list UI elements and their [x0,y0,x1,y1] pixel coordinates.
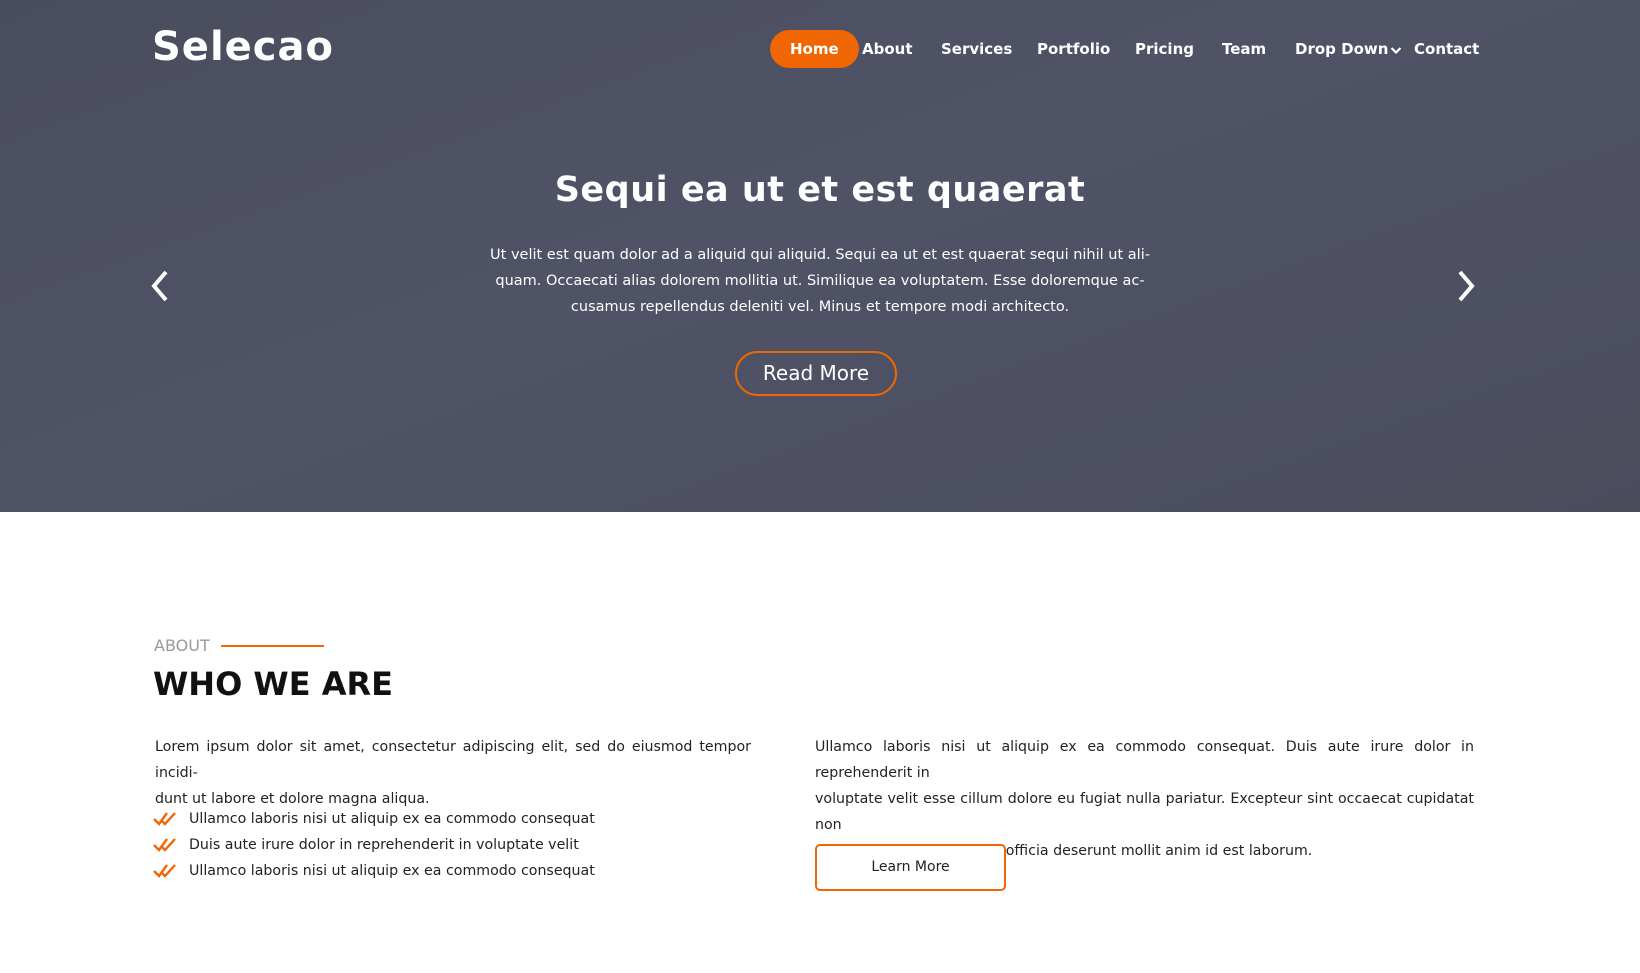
chevron-down-icon [1390,31,1402,69]
chevron-right-icon [1458,270,1475,302]
nav-item-about[interactable]: About [862,30,913,68]
feature-checklist: Ullamco laboris nisi ut aliquip ex ea co… [153,806,595,884]
body-line: Ullamco laboris nisi ut aliquip ex ea co… [815,739,1474,781]
lead-line: Lorem ipsum dolor sit amet, consectetur … [155,739,751,781]
nav-item-services[interactable]: Services [941,30,1012,68]
hero-text-line: Ut velit est quam dolor ad a aliquid qui… [490,247,1150,263]
list-item-text: Duis aute irure dolor in reprehenderit i… [189,837,579,853]
nav-item-home[interactable]: Home [770,30,859,68]
section-title: WHO WE ARE [153,665,393,703]
nav-item-contact[interactable]: Contact [1414,30,1479,68]
double-check-icon [153,864,176,878]
hero-text-line: quam. Occaecati alias dolorem mollitia u… [495,273,1145,289]
carousel-prev-button[interactable] [146,266,176,306]
list-item: Ullamco laboris nisi ut aliquip ex ea co… [153,858,595,884]
hero-description: Ut velit est quam dolor ad a aliquid qui… [490,242,1150,320]
nav-item-dropdown[interactable]: Drop Down [1295,30,1402,68]
nav-item-team[interactable]: Team [1222,30,1266,68]
list-item-text: Ullamco laboris nisi ut aliquip ex ea co… [189,863,595,879]
read-more-button[interactable]: Read More [735,351,897,396]
hero-section: Selecao Home About Services Portfolio Pr… [0,0,1640,512]
body-line: voluptate velit esse cillum dolore eu fu… [815,791,1474,833]
hero-text-line: cusamus repellendus deleniti vel. Minus … [570,299,1070,315]
list-item: Duis aute irure dolor in reprehenderit i… [153,832,595,858]
double-check-icon [153,812,176,826]
list-item-text: Ullamco laboris nisi ut aliquip ex ea co… [189,811,595,827]
learn-more-button[interactable]: Learn More [815,844,1006,891]
about-lead-text: Lorem ipsum dolor sit amet, consectetur … [155,734,751,812]
hero-title: Sequi ea ut et est quaerat [554,170,1086,210]
main-nav: Home About Services Portfolio Pricing Te… [0,30,1640,68]
kicker-divider [221,645,324,647]
chevron-left-icon [151,270,168,302]
nav-item-dropdown-label: Drop Down [1295,40,1389,58]
double-check-icon [153,838,176,852]
nav-item-pricing[interactable]: Pricing [1135,30,1194,68]
section-kicker: ABOUT [154,636,210,655]
carousel-next-button[interactable] [1450,266,1480,306]
list-item: Ullamco laboris nisi ut aliquip ex ea co… [153,806,595,832]
nav-item-portfolio[interactable]: Portfolio [1037,30,1110,68]
